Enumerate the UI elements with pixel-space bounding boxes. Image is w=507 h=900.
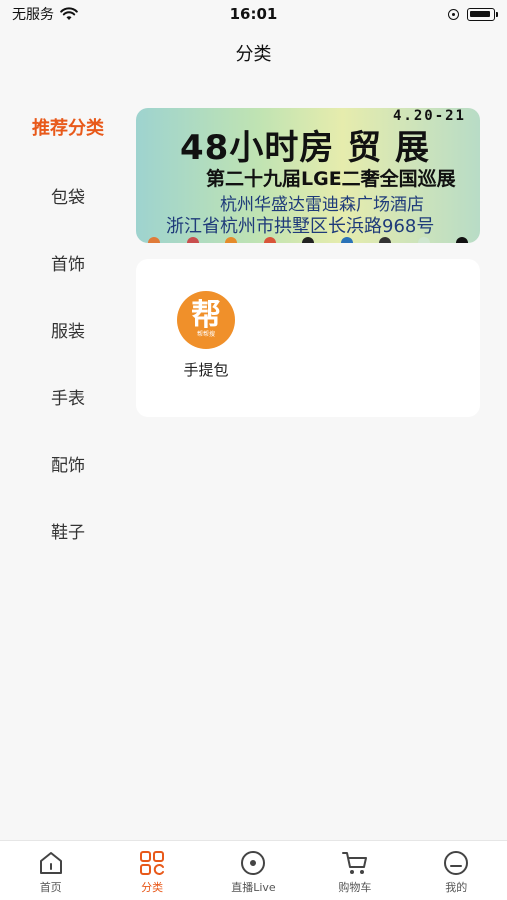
rotation-lock-icon [448, 8, 459, 20]
tab-bar: 首页 分类 直播Live 购物车 我的 [0, 840, 507, 900]
status-right [448, 7, 498, 21]
bang-logo-icon: 帮 帮帮搜 [177, 291, 235, 349]
tab-live[interactable]: 直播Live [203, 849, 303, 895]
tab-label: 首页 [39, 881, 62, 894]
logo-small-text: 帮帮搜 [196, 331, 215, 338]
status-left: 无服务 [12, 4, 78, 24]
sidebar-item-label: 鞋子 [51, 523, 85, 543]
carrier-label: 无服务 [12, 7, 54, 23]
sidebar-item-label: 手表 [51, 389, 85, 409]
sidebar-item-accessories[interactable]: 配饰 [0, 430, 136, 497]
status-time: 16:01 [229, 5, 278, 23]
sidebar-item-label: 推荐分类 [32, 118, 104, 139]
nav-header: 分类 [0, 28, 507, 78]
tab-label: 分类 [141, 881, 164, 894]
category-label: 手提包 [183, 361, 229, 379]
tab-label: 直播Live [231, 881, 276, 894]
category-sidebar: 推荐分类 包袋 首饰 服装 手表 配饰 鞋子 [0, 92, 136, 840]
sidebar-item-bags[interactable]: 包袋 [0, 162, 136, 229]
category-item-handbag[interactable]: 帮 帮帮搜 手提包 [170, 291, 242, 380]
tab-category[interactable]: 分类 [102, 849, 202, 895]
sidebar-item-recommended[interactable]: 推荐分类 [0, 92, 136, 162]
tab-profile[interactable]: 我的 [406, 849, 506, 895]
page-title: 分类 [235, 44, 272, 65]
promo-banner[interactable]: 4.20-21 48小时房 贸 展 第二十九届LGE二奢全国巡展 杭州华盛达雷迪… [136, 108, 480, 243]
tab-label: 我的 [445, 881, 468, 894]
logo-char: 帮 [191, 298, 221, 333]
main-content: 4.20-21 48小时房 贸 展 第二十九届LGE二奢全国巡展 杭州华盛达雷迪… [136, 92, 507, 840]
home-icon [39, 852, 62, 874]
category-icon [140, 851, 165, 875]
banner-location-line2: 浙江省杭州市拱墅区长浜路968号 [166, 216, 435, 237]
banner-subtitle: 第二十九届LGE二奢全国巡展 [206, 168, 456, 190]
live-icon [241, 851, 266, 875]
category-card: 帮 帮帮搜 手提包 [136, 259, 480, 417]
wifi-icon [60, 7, 78, 20]
sidebar-item-label: 包袋 [51, 188, 85, 208]
banner-title: 48小时房 贸 展 [180, 128, 430, 168]
battery-icon [467, 7, 498, 21]
sidebar-item-label: 配饰 [51, 456, 85, 476]
sidebar-item-watches[interactable]: 手表 [0, 363, 136, 430]
sidebar-item-label: 服装 [51, 322, 85, 342]
sidebar-item-label: 首饰 [51, 255, 85, 275]
sidebar-item-jewelry[interactable]: 首饰 [0, 229, 136, 296]
sidebar-item-clothing[interactable]: 服装 [0, 296, 136, 363]
profile-icon [444, 851, 469, 875]
tab-cart[interactable]: 购物车 [305, 849, 405, 895]
cart-icon [341, 852, 367, 874]
sidebar-item-shoes[interactable]: 鞋子 [0, 497, 136, 564]
status-bar: 无服务 16:01 [0, 0, 507, 28]
tab-label: 购物车 [338, 881, 372, 894]
banner-brand-logos [148, 237, 468, 243]
tab-home[interactable]: 首页 [1, 849, 101, 895]
